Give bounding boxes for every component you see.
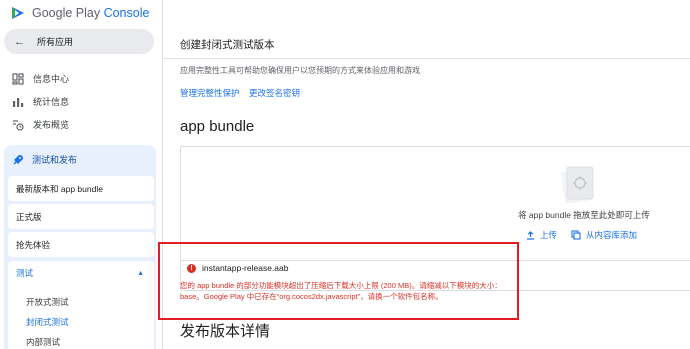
sidebar-item-publish-overview[interactable]: 发布概览 [12, 118, 69, 131]
upload-button[interactable]: 上传 [526, 229, 557, 241]
sidebar-item-label: 统计信息 [33, 97, 70, 107]
bar-chart-icon [13, 97, 24, 107]
sidebar-item-label: 正式版 [16, 211, 42, 222]
sidebar-item-test-and-release[interactable]: 测试和发布 [12, 153, 77, 166]
title-divider [163, 58, 690, 59]
change-signing-key-link[interactable]: 更改签名密钥 [249, 87, 300, 99]
sidebar-item-open-testing[interactable]: 开放式测试 [26, 296, 69, 308]
drop-hint-text: 将 app bundle 拖放至此处即可上传 [518, 210, 650, 220]
upload-icon [527, 230, 534, 240]
publish-overview-icon [13, 119, 24, 131]
library-label: 从内容库添加 [586, 230, 638, 240]
logo-text-prefix: Google Play [32, 6, 104, 20]
dashboard-icon [12, 72, 24, 85]
library-icon [571, 230, 581, 240]
google-play-console-logo[interactable]: Google Play Console [10, 4, 149, 22]
all-apps-button[interactable]: ← 所有应用 [4, 29, 154, 54]
page-title: 创建封闭式测试版本 [180, 39, 275, 51]
play-console-logo-icon [12, 7, 24, 19]
sidebar-item-statistics[interactable]: 统计信息 [12, 95, 69, 108]
sidebar-item-dashboard[interactable]: 信息中心 [12, 72, 69, 85]
highlight-annotation-box [158, 242, 519, 320]
manage-integrity-link[interactable]: 管理完整性保护 [180, 87, 240, 99]
chevron-up-icon: ▲ [137, 269, 144, 277]
sidebar-item-label: 信息中心 [33, 74, 70, 84]
testing-group: 测试 ▲ 开放式测试 封闭式测试 内部测试 [8, 261, 154, 349]
sidebar-item-label: 测试 [16, 268, 34, 278]
sidebar-item-latest-releases[interactable]: 最新版本和 app bundle [8, 176, 154, 201]
upload-label: 上传 [540, 230, 558, 240]
integrity-description: 应用完整性工具可帮助您确保用户以您预期的方式来体验应用和游戏 [180, 66, 420, 75]
sidebar-item-label: 最新版本和 app bundle [16, 183, 103, 194]
logo-text-suffix: Console [103, 6, 150, 20]
file-upload-illustration-icon [561, 166, 594, 204]
back-arrow-icon: ← [14, 35, 25, 48]
sidebar-item-testing[interactable]: 测试 ▲ [8, 261, 154, 285]
all-apps-label: 所有应用 [37, 37, 74, 47]
sidebar-item-early-access[interactable]: 抢先体验 [8, 232, 154, 257]
add-from-library-button[interactable]: 从内容库添加 [571, 229, 637, 241]
logo-text: Google Play Console [32, 6, 149, 20]
sidebar-item-production[interactable]: 正式版 [8, 204, 154, 229]
sidebar-item-label: 发布概览 [33, 120, 70, 130]
rocket-icon [13, 154, 23, 164]
release-section: 测试和发布 最新版本和 app bundle 正式版 抢先体验 测试 ▲ 开放式… [4, 145, 156, 349]
sidebar: Google Play Console ← 所有应用 信息中心 统计信息 发布概… [0, 0, 162, 349]
sidebar-item-internal-testing[interactable]: 内部测试 [26, 336, 60, 348]
sidebar-item-label: 抢先体验 [16, 239, 51, 250]
sidebar-item-closed-testing[interactable]: 封闭式测试 [26, 316, 69, 328]
sidebar-item-label: 测试和发布 [32, 155, 78, 165]
app-bundle-heading: app bundle [180, 118, 255, 135]
release-details-heading: 发布版本详情 [180, 323, 271, 340]
